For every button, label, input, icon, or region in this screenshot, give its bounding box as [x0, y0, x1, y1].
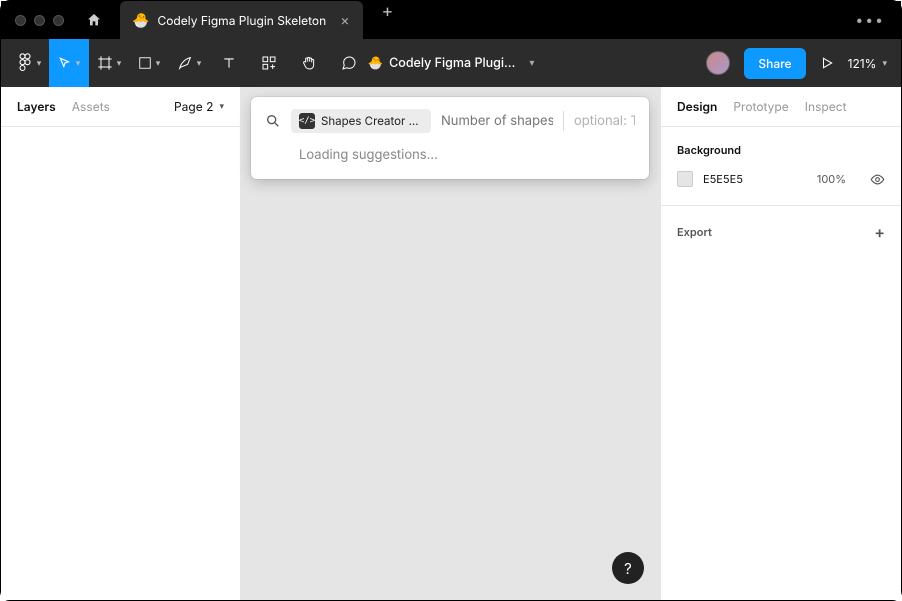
chevron-down-icon: ▾	[117, 58, 122, 69]
main-menu-button[interactable]: ▾	[9, 39, 49, 87]
export-section-title: Export	[677, 225, 712, 239]
background-swatch[interactable]	[677, 171, 693, 187]
chevron-down-icon: ▾	[37, 58, 42, 69]
add-export-button[interactable]: +	[874, 222, 885, 242]
frame-tool[interactable]: ▾	[89, 39, 129, 87]
optional-parameter-hint: optional: T	[574, 113, 635, 129]
chevron-down-icon: ▾	[882, 58, 887, 69]
background-hex[interactable]: E5E5E5	[703, 172, 743, 186]
search-icon	[265, 113, 281, 129]
prototype-tab[interactable]: Prototype	[733, 99, 788, 114]
loading-text: Loading suggestions...	[265, 133, 635, 165]
background-row[interactable]: E5E5E5 100%	[661, 165, 901, 193]
background-section-title: Background	[661, 127, 901, 165]
layers-tab[interactable]: Layers	[17, 99, 56, 114]
text-tool[interactable]	[209, 39, 249, 87]
tab-title: Codely Figma Plugin Skeleton	[157, 13, 326, 28]
resources-tool[interactable]	[249, 39, 289, 87]
hand-tool[interactable]	[289, 39, 329, 87]
close-window-dot[interactable]	[15, 15, 26, 26]
move-tool[interactable]: ▾	[49, 39, 89, 87]
plugin-chip-label: Shapes Creator Pa…	[321, 114, 423, 128]
inspect-tab[interactable]: Inspect	[805, 99, 847, 114]
new-tab-button[interactable]: +	[381, 1, 393, 39]
file-tab[interactable]: 🐣 Codely Figma Plugin Skeleton ×	[120, 1, 363, 39]
visibility-toggle-icon[interactable]	[870, 172, 885, 187]
help-button[interactable]: ?	[612, 552, 644, 584]
canvas[interactable]: </> Shapes Creator Pa… optional: T Loadi…	[241, 87, 660, 600]
close-tab-icon[interactable]: ×	[340, 12, 349, 29]
chevron-down-icon: ▾	[156, 58, 161, 69]
divider	[563, 111, 564, 131]
chevron-down-icon: ▾	[219, 101, 224, 112]
parameter-input[interactable]	[441, 113, 553, 129]
page-label: Page 2	[174, 99, 213, 114]
comment-tool[interactable]	[329, 39, 369, 87]
plugin-code-icon: </>	[299, 113, 315, 129]
maximize-window-dot[interactable]	[53, 15, 64, 26]
chevron-down-icon[interactable]: ▾	[529, 57, 534, 69]
window-traffic-lights[interactable]	[15, 15, 64, 26]
page-selector[interactable]: Page 2 ▾	[174, 99, 224, 114]
zoom-control[interactable]: 121% ▾	[848, 56, 887, 71]
minimize-window-dot[interactable]	[34, 15, 45, 26]
zoom-value: 121%	[848, 56, 877, 71]
plugin-chip[interactable]: </> Shapes Creator Pa…	[291, 109, 431, 133]
tab-emoji-icon: 🐣	[132, 12, 149, 29]
avatar[interactable]	[706, 51, 730, 75]
design-tab[interactable]: Design	[677, 99, 717, 114]
present-button[interactable]	[820, 56, 834, 70]
background-opacity[interactable]: 100%	[817, 172, 846, 186]
pen-tool[interactable]: ▾	[169, 39, 209, 87]
file-title-text: Codely Figma Plugi…	[389, 56, 515, 71]
share-button[interactable]: Share	[744, 48, 805, 79]
overflow-menu-icon[interactable]: •••	[855, 12, 885, 29]
shape-tool[interactable]: ▾	[129, 39, 169, 87]
file-name[interactable]: 🐣 Codely Figma Plugi… ▾	[368, 56, 535, 71]
assets-tab[interactable]: Assets	[72, 99, 110, 114]
file-emoji-icon: 🐣	[368, 56, 384, 71]
chevron-down-icon: ▾	[76, 58, 81, 69]
home-icon[interactable]	[86, 12, 102, 28]
chevron-down-icon: ▾	[197, 58, 202, 69]
plugin-command-popover: </> Shapes Creator Pa… optional: T Loadi…	[251, 97, 649, 179]
